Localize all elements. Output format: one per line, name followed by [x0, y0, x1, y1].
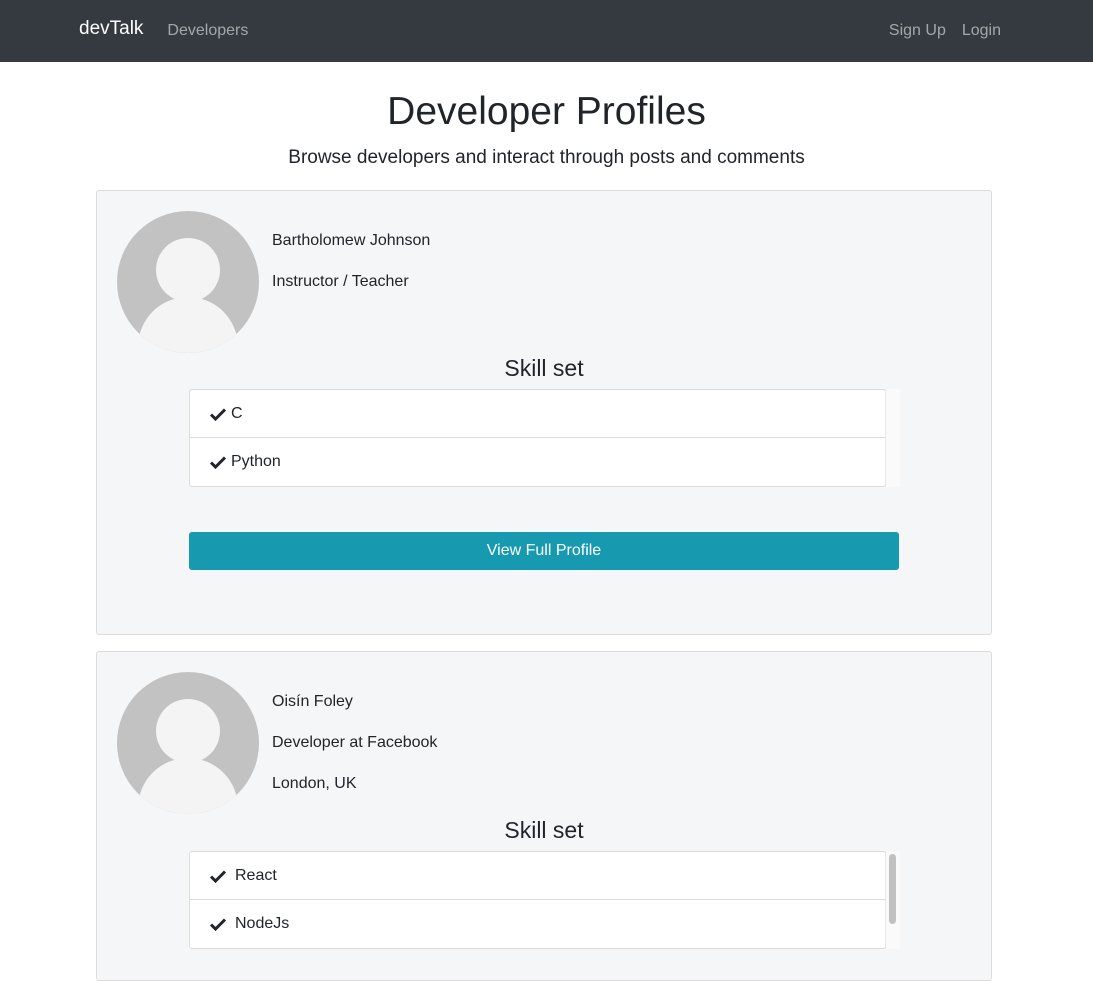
skill-label: C — [231, 404, 243, 422]
profile-card: Oisín Foley Developer at Facebook London… — [96, 651, 992, 981]
skill-label: React — [235, 866, 277, 884]
page-title: Developer Profiles — [387, 90, 706, 133]
skill-item: Python — [190, 438, 885, 486]
scrollbar-track[interactable] — [885, 389, 900, 487]
skill-list: C Python — [189, 389, 886, 487]
profile-status: Developer at Facebook — [272, 734, 438, 751]
nav-right: Sign Up Login — [873, 22, 1001, 40]
skill-list-container: React NodeJs — [189, 851, 900, 949]
skill-label: NodeJs — [235, 915, 290, 932]
profile-info: Oisín Foley Developer at Facebook London… — [272, 672, 437, 815]
profile-location: London, UK — [272, 775, 357, 792]
nav-left: devTalk Developers — [79, 18, 248, 42]
check-icon — [210, 407, 228, 421]
skill-set-heading: Skill set — [504, 355, 584, 381]
nav-link-developers[interactable]: Developers — [167, 22, 248, 40]
check-icon — [210, 455, 228, 469]
avatar — [117, 672, 259, 814]
skill-list: React NodeJs — [189, 851, 886, 949]
profile-header: Oisín Foley Developer at Facebook London… — [117, 672, 971, 815]
check-icon — [210, 917, 228, 931]
check-icon — [210, 869, 228, 883]
skill-item: NodeJs — [190, 900, 885, 948]
skill-item: React — [190, 852, 885, 900]
nav-link-login[interactable]: Login — [962, 22, 1001, 40]
brand-logo[interactable]: devTalk — [79, 18, 143, 40]
skill-list-container: C Python — [189, 389, 900, 487]
profile-card: Bartholomew Johnson Instructor / Teacher… — [96, 190, 992, 635]
nav-link-signup[interactable]: Sign Up — [889, 22, 946, 40]
profile-header: Bartholomew Johnson Instructor / Teacher — [117, 211, 971, 353]
avatar-head-shape — [156, 238, 220, 302]
page-subtitle: Browse developers and interact through p… — [288, 147, 805, 168]
avatar-body-shape — [138, 297, 238, 353]
skill-set-heading: Skill set — [504, 817, 584, 843]
profile-status: Instructor / Teacher — [272, 273, 409, 290]
skill-label: Python — [231, 453, 281, 470]
view-full-profile-button[interactable]: View Full Profile — [189, 532, 899, 570]
avatar-head-shape — [156, 699, 220, 763]
skill-item: C — [190, 390, 885, 438]
profile-name: Bartholomew Johnson — [272, 232, 431, 249]
profile-info: Bartholomew Johnson Instructor / Teacher — [272, 211, 430, 353]
profile-name: Oisín Foley — [272, 693, 353, 710]
scrollbar-track[interactable] — [885, 851, 900, 949]
scrollbar-thumb[interactable] — [889, 854, 896, 924]
avatar-body-shape — [138, 758, 238, 814]
avatar — [117, 211, 259, 353]
navbar: devTalk Developers Sign Up Login — [0, 0, 1093, 62]
